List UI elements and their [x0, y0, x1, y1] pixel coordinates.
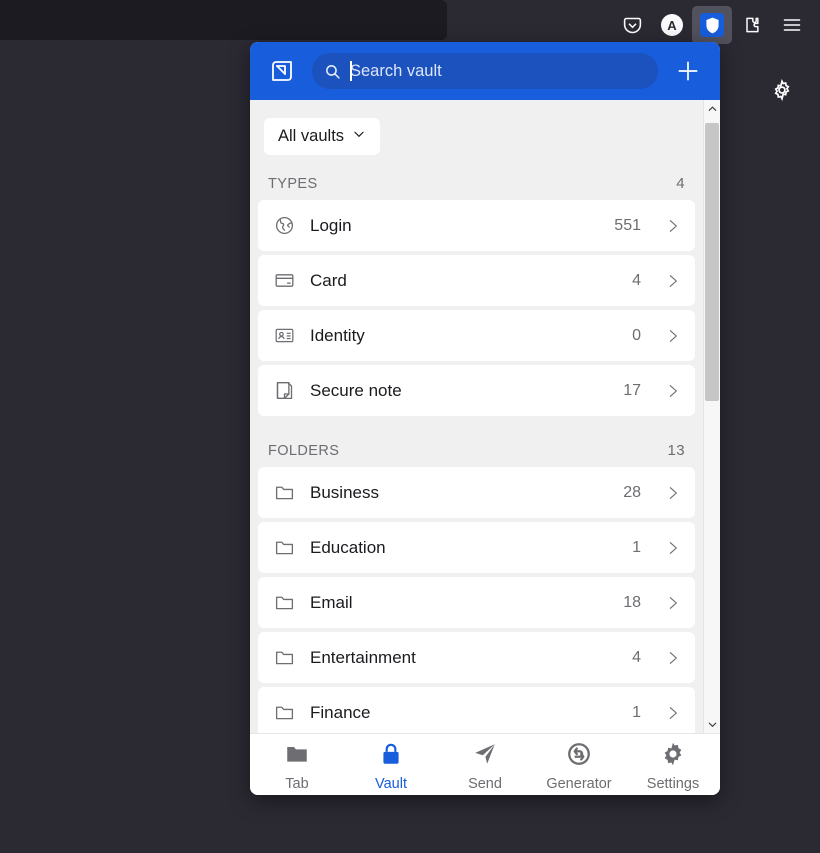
scrollbar-track[interactable]: [704, 117, 721, 716]
vault-scrollbar[interactable]: [703, 100, 720, 733]
chevron-right-icon: [665, 326, 681, 346]
folder-icon: [284, 741, 310, 772]
type-row-card[interactable]: Card 4: [258, 255, 695, 306]
nav-label: Generator: [546, 776, 612, 792]
popup-footer-nav: Tab Vault Send Generator Settings: [250, 733, 720, 795]
folder-count: 1: [632, 538, 641, 556]
folder-label: Email: [310, 592, 353, 612]
card-icon: [274, 270, 296, 291]
chevron-right-icon: [665, 381, 681, 401]
section-count: 13: [667, 442, 685, 459]
send-icon: [472, 741, 498, 772]
popup-header: [250, 42, 720, 100]
type-count: 4: [632, 271, 641, 289]
type-label: Card: [310, 270, 347, 290]
lock-icon: [378, 741, 404, 772]
folder-label: Finance: [310, 702, 371, 722]
type-label: Identity: [310, 325, 365, 345]
section-header-types: TYPES 4: [258, 169, 695, 200]
section-title: TYPES: [268, 175, 318, 192]
vault-list: All vaults TYPES 4 Login 551 Card 4 Iden…: [250, 100, 703, 733]
nav-generator[interactable]: Generator: [532, 737, 626, 792]
chevron-down-icon: [352, 127, 366, 146]
section-header-folders: FOLDERS 13: [258, 436, 695, 467]
folder-row-email[interactable]: Email 18: [258, 577, 695, 628]
nav-label: Settings: [646, 776, 700, 792]
vault-filter-row: All vaults: [258, 118, 695, 169]
nav-vault[interactable]: Vault: [344, 737, 438, 792]
type-row-login[interactable]: Login 551: [258, 200, 695, 251]
folder-count: 18: [623, 593, 641, 611]
folder-label: Education: [310, 537, 386, 557]
chevron-right-icon: [665, 648, 681, 668]
nav-tab[interactable]: Tab: [250, 737, 344, 792]
section-count: 4: [676, 175, 685, 192]
type-count: 0: [632, 326, 641, 344]
globe-icon: [274, 215, 296, 236]
all-vaults-label: All vaults: [278, 127, 345, 145]
pocket-icon[interactable]: [612, 6, 652, 44]
chevron-right-icon: [665, 593, 681, 613]
popup-body: All vaults TYPES 4 Login 551 Card 4 Iden…: [250, 100, 720, 733]
folder-icon: [274, 702, 296, 723]
browser-window: A Search vault All vaults TYPES 4 Login …: [0, 0, 820, 853]
bitwarden-extension-icon[interactable]: [692, 6, 732, 44]
type-row-identity[interactable]: Identity 0: [258, 310, 695, 361]
search-field[interactable]: [312, 53, 658, 89]
url-bar[interactable]: [0, 0, 447, 40]
all-vaults-dropdown[interactable]: All vaults: [264, 118, 381, 155]
chevron-right-icon: [665, 538, 681, 558]
avatar-initial: A: [661, 14, 683, 36]
section-title: FOLDERS: [268, 442, 340, 459]
folder-icon: [274, 647, 296, 668]
chevron-right-icon: [665, 216, 681, 236]
folder-row-education[interactable]: Education 1: [258, 522, 695, 573]
type-count: 551: [614, 216, 641, 234]
type-label: Login: [310, 215, 352, 235]
type-count: 17: [623, 381, 641, 399]
folder-row-finance[interactable]: Finance 1: [258, 687, 695, 733]
scroll-up-arrow[interactable]: [704, 100, 721, 117]
gear-icon: [660, 741, 686, 772]
bitwarden-popup: All vaults TYPES 4: [250, 42, 720, 795]
chevron-right-icon: [665, 271, 681, 291]
scrollbar-thumb[interactable]: [704, 123, 719, 401]
chevron-right-icon: [665, 483, 681, 503]
folder-count: 4: [632, 648, 641, 666]
type-label: Secure note: [310, 380, 402, 400]
add-item-button[interactable]: [666, 49, 710, 93]
nav-send[interactable]: Send: [438, 737, 532, 792]
app-menu-icon[interactable]: [772, 6, 812, 44]
folder-icon: [274, 482, 296, 503]
type-row-secure-note[interactable]: Secure note 17: [258, 365, 695, 416]
identity-icon: [274, 325, 296, 346]
note-icon: [274, 380, 296, 401]
nav-label: Send: [468, 776, 502, 792]
scroll-down-arrow[interactable]: [704, 716, 721, 733]
folder-count: 28: [623, 483, 641, 501]
nav-settings[interactable]: Settings: [626, 737, 720, 792]
shield-badge: [700, 13, 724, 37]
folder-count: 1: [632, 703, 641, 721]
folder-icon: [274, 592, 296, 613]
extensions-icon[interactable]: [732, 6, 772, 44]
search-icon: [324, 63, 342, 80]
folder-row-entertainment[interactable]: Entertainment 4: [258, 632, 695, 683]
folder-label: Entertainment: [310, 647, 416, 667]
chevron-right-icon: [665, 703, 681, 723]
popout-icon[interactable]: [260, 49, 304, 93]
search-input[interactable]: [350, 53, 646, 89]
page-gear-icon[interactable]: [768, 76, 796, 104]
nav-label: Vault: [375, 776, 407, 792]
generator-icon: [566, 741, 592, 772]
folder-icon: [274, 537, 296, 558]
nav-label: Tab: [285, 776, 309, 792]
account-avatar[interactable]: A: [652, 6, 692, 44]
folder-row-business[interactable]: Business 28: [258, 467, 695, 518]
folder-label: Business: [310, 482, 379, 502]
text-cursor: [350, 61, 352, 81]
